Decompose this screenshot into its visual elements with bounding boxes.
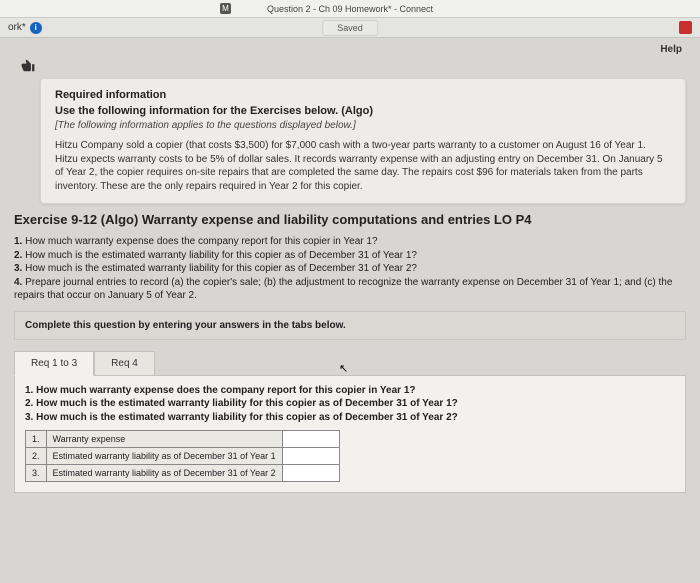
exercise-title: Exercise 9-12 (Algo) Warranty expense an… bbox=[14, 212, 686, 227]
pq2-text: How much is the estimated warranty liabi… bbox=[33, 398, 457, 409]
row1-label: Warranty expense bbox=[46, 431, 282, 448]
record-icon[interactable] bbox=[679, 21, 692, 34]
row2-num: 2. bbox=[26, 448, 47, 465]
use-info-line: Use the following information for the Ex… bbox=[55, 105, 671, 117]
tabs-row: Req 1 to 3 Req 4 bbox=[14, 350, 686, 375]
warranty-expense-input[interactable] bbox=[289, 434, 333, 444]
q4-text: Prepare journal entries to record (a) th… bbox=[14, 277, 672, 302]
help-link[interactable]: Help bbox=[660, 44, 682, 55]
row3-label: Estimated warranty liability as of Decem… bbox=[46, 465, 282, 482]
answer-table: 1. Warranty expense 2. Estimated warrant… bbox=[25, 430, 340, 482]
applies-note: [The following information applies to th… bbox=[55, 120, 671, 131]
row2-label: Estimated warranty liability as of Decem… bbox=[46, 448, 282, 465]
saved-status: Saved bbox=[322, 20, 378, 36]
breadcrumb-fragment: ork* bbox=[8, 22, 26, 33]
row1-num: 1. bbox=[26, 431, 47, 448]
tab-req-1-to-3[interactable]: Req 1 to 3 bbox=[14, 351, 94, 376]
table-row: 3. Estimated warranty liability as of De… bbox=[26, 465, 340, 482]
thumbs-down-icon[interactable] bbox=[20, 59, 36, 73]
tab-req-4[interactable]: Req 4 bbox=[94, 351, 155, 376]
q1-text: How much warranty expense does the compa… bbox=[22, 236, 377, 247]
required-info-card: Required information Use the following i… bbox=[40, 78, 686, 204]
scenario-text: Hitzu Company sold a copier (that costs … bbox=[55, 139, 671, 193]
table-row: 1. Warranty expense bbox=[26, 431, 340, 448]
pq3-text: How much is the estimated warranty liabi… bbox=[33, 412, 457, 423]
app-icon: M bbox=[220, 3, 231, 14]
pq1-text: How much warranty expense does the compa… bbox=[33, 385, 415, 396]
window-titlebar: M Question 2 - Ch 09 Homework* - Connect bbox=[0, 0, 700, 18]
tab-panel-req-1-to-3: 1. How much warranty expense does the co… bbox=[14, 375, 686, 494]
info-icon[interactable]: i bbox=[30, 22, 42, 34]
q2-text: How much is the estimated warranty liabi… bbox=[22, 250, 417, 261]
window-title: Question 2 - Ch 09 Homework* - Connect bbox=[267, 4, 433, 14]
liability-y2-input[interactable] bbox=[289, 468, 333, 478]
q3-text: How much is the estimated warranty liabi… bbox=[22, 263, 417, 274]
question-list: 1. How much warranty expense does the co… bbox=[14, 235, 686, 303]
required-info-heading: Required information bbox=[55, 89, 671, 101]
row3-num: 3. bbox=[26, 465, 47, 482]
liability-y1-input[interactable] bbox=[289, 451, 333, 461]
complete-instruction: Complete this question by entering your … bbox=[14, 311, 686, 340]
table-row: 2. Estimated warranty liability as of De… bbox=[26, 448, 340, 465]
